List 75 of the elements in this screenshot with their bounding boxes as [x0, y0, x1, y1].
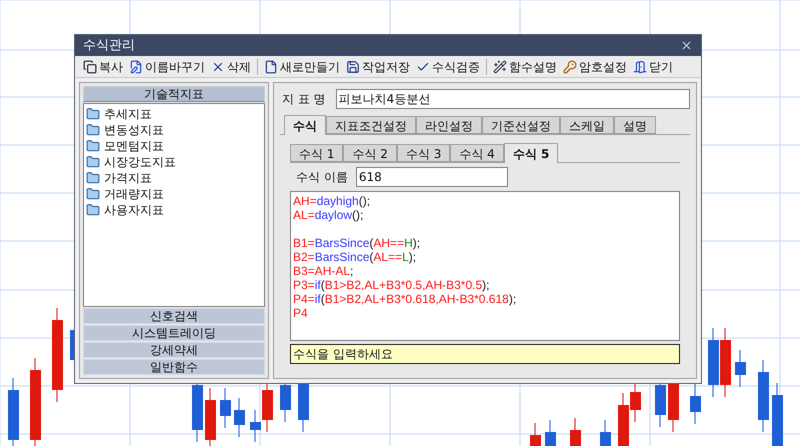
toolbar-button[interactable]: 수식검증 [416, 58, 480, 76]
folder-icon [86, 203, 100, 217]
candle [570, 418, 581, 446]
code-editor[interactable]: AH=dayhigh(); AL=daylow(); B1=BarsSince(AH==H); B2=BarsSince(AL==L); B3=AH-AL; P3=if(B1>B2,AL+B3*0.5,AH-B3*0.5); P4=if(B1>B2,AL+B3*0.618,AH-B3*0.618); P4 [290, 191, 680, 341]
section-header[interactable]: 기술적지표 [83, 86, 265, 102]
candle [545, 420, 556, 446]
indicator-name-label: 지 표 명 [281, 91, 326, 108]
folder-icon [86, 171, 100, 185]
folder-icon [86, 187, 100, 201]
indicator-name-field[interactable]: 피보나치4등분선 [336, 89, 690, 109]
door-icon [633, 60, 647, 74]
magic-wand-icon [493, 60, 507, 74]
section-header[interactable]: 일반함수 [83, 359, 265, 375]
tab[interactable]: 수식 [284, 115, 326, 135]
code-line: P4 [293, 306, 308, 320]
folder-icon [86, 139, 100, 153]
toolbar-button[interactable]: 암호설정 [563, 58, 627, 76]
tab[interactable]: 수식 4 [450, 144, 504, 162]
toolbar-button[interactable]: 닫기 [633, 58, 673, 76]
tab[interactable]: 기준선설정 [482, 116, 560, 134]
code-line: B1=BarsSince(AH==H); [293, 236, 420, 250]
section-header[interactable]: 강세약세 [83, 342, 265, 358]
tree-item[interactable]: 사용자지표 [84, 202, 264, 218]
candle [618, 392, 629, 446]
tab[interactable]: 지표조건설정 [326, 116, 416, 134]
section-header[interactable]: 시스템트레이딩 [83, 325, 265, 341]
candle [720, 328, 731, 398]
tab[interactable]: 라인설정 [416, 116, 482, 134]
code-line: P4=if(B1>B2,AL+B3*0.618,AH-B3*0.618); [293, 292, 516, 306]
code-line: B2=BarsSince(AL==L); [293, 250, 416, 264]
candle [205, 388, 216, 446]
toolbar-button[interactable]: 복사 [83, 58, 123, 76]
tree-item[interactable]: 모멘텀지표 [84, 138, 264, 154]
window-title: 수식관리 [83, 36, 135, 55]
file-pen-icon [129, 60, 143, 74]
toolbar-button[interactable]: 작업저장 [346, 58, 410, 76]
candle [234, 398, 245, 438]
tree-item[interactable]: 시장강도지표 [84, 154, 264, 170]
candle [772, 382, 783, 446]
folder-icon [86, 155, 100, 169]
toolbar-button[interactable]: 함수설명 [493, 58, 557, 76]
candle [530, 422, 541, 446]
toolbar-button[interactable]: 새로만들기 [264, 58, 340, 76]
tab[interactable]: 수식 1 [290, 144, 344, 162]
toolbar-button[interactable]: 이름바꾸기 [129, 58, 205, 76]
tab[interactable]: 수식 5 [504, 143, 558, 163]
section-header[interactable]: 신호검색 [83, 308, 265, 324]
copy-icon [83, 60, 97, 74]
folder-icon [86, 123, 100, 137]
tree-item[interactable]: 거래량지표 [84, 186, 264, 202]
code-line: B3=AH-AL; [293, 264, 354, 278]
key-icon [563, 60, 577, 74]
code-line: AL=daylow(); [293, 208, 364, 222]
tree-item[interactable]: 추세지표 [84, 106, 264, 122]
formula-name-field[interactable]: 618 [356, 167, 508, 187]
toolbar-button[interactable]: 삭제 [211, 58, 251, 76]
candle [8, 378, 19, 446]
tab[interactable]: 수식 3 [396, 144, 450, 162]
formula-name-label: 수식 이름 [296, 169, 348, 186]
candle [690, 384, 701, 424]
code-line: P3=if(B1>B2,AL+B3*0.5,AH-B3*0.5); [293, 278, 490, 292]
tab[interactable]: 스케일 [560, 116, 614, 134]
candle [735, 350, 746, 388]
candle [220, 388, 231, 428]
document-icon [264, 60, 278, 74]
tab[interactable]: 설명 [614, 116, 656, 134]
folder-icon [86, 107, 100, 121]
tree-item[interactable]: 변동성지표 [84, 122, 264, 138]
candle [708, 328, 719, 398]
candle [600, 420, 611, 446]
tab[interactable]: 수식 2 [343, 144, 397, 162]
hint-bar: 수식을 입력하세요 [290, 344, 680, 364]
close-button[interactable] [680, 39, 693, 52]
tree-item[interactable]: 가격지표 [84, 170, 264, 186]
code-line: AH=dayhigh(); [293, 194, 370, 208]
